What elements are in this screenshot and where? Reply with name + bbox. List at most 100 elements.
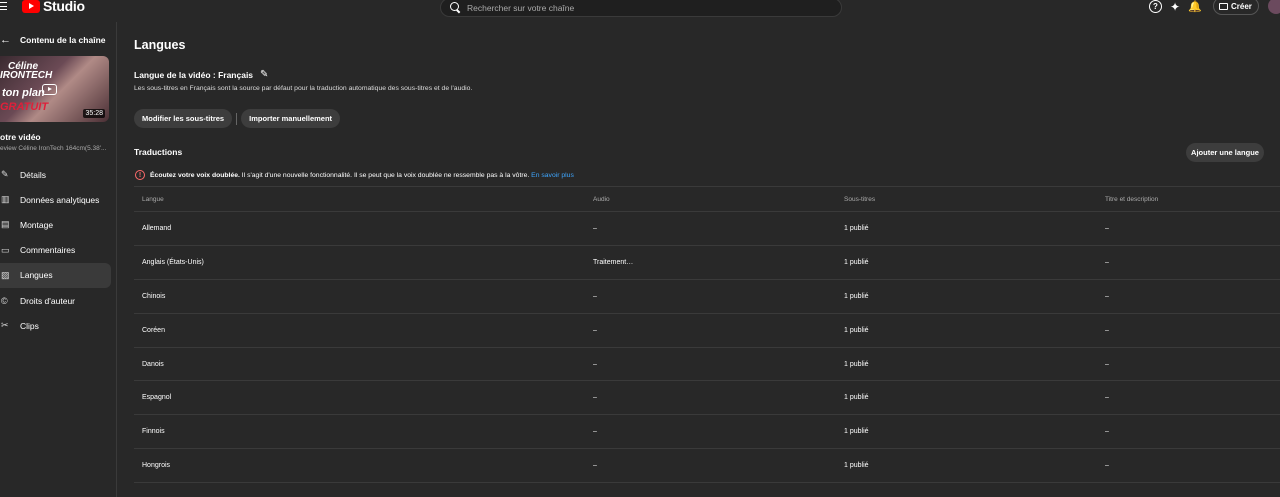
- table-row[interactable]: Danois – 1 publié –: [134, 348, 1280, 382]
- pencil-icon: ✎: [1, 169, 9, 180]
- comment-icon: ▭: [1, 244, 10, 255]
- column-header-title-description: Titre et description: [1105, 195, 1159, 203]
- table-row[interactable]: Finnois – 1 publié –: [134, 415, 1280, 450]
- subtitle-actions: Modifier les sous-titres Importer manuel…: [134, 109, 341, 128]
- thumbnail-text: ton plan: [2, 87, 45, 99]
- video-title: otre vidéo: [0, 132, 41, 142]
- table-row[interactable]: Chinois – 1 publié –: [134, 280, 1280, 314]
- sidebar-item-label: Commentaires: [20, 245, 76, 256]
- cell-language: Danois: [142, 360, 164, 368]
- sidebar-item-comments[interactable]: ▭ Commentaires: [0, 238, 111, 263]
- sidebar-item-analytics[interactable]: ▥ Données analytiques: [0, 187, 111, 212]
- cell-audio: –: [593, 326, 597, 334]
- cell-audio: –: [593, 428, 597, 436]
- edit-pencil-icon[interactable]: ✎: [260, 69, 268, 80]
- bell-icon[interactable]: 🔔: [1188, 1, 1202, 13]
- cell-audio: –: [593, 394, 597, 402]
- video-language-label: Langue de la vidéo : Français: [134, 69, 254, 80]
- table-row[interactable]: Anglais (États-Unis) Traitement… 1 publi…: [134, 246, 1280, 280]
- cell-subtitles: 1 publié: [844, 428, 869, 436]
- cell-title-description: –: [1105, 326, 1109, 334]
- sidebar-item-label: Données analytiques: [20, 194, 100, 205]
- search-bar[interactable]: Rechercher sur votre chaîne: [440, 0, 842, 17]
- cell-subtitles: 1 publié: [844, 258, 869, 266]
- play-icon[interactable]: [42, 84, 57, 95]
- table-header: Langue Audio Sous-titres Titre et descri…: [134, 186, 1280, 212]
- sidebar-item-label: Langues: [20, 270, 53, 281]
- page-title: Langues: [134, 38, 186, 52]
- cell-title-description: –: [1105, 428, 1109, 436]
- cell-language: Finnois: [142, 428, 165, 436]
- cell-title-description: –: [1105, 462, 1109, 470]
- cell-language: Chinois: [142, 292, 166, 300]
- sidebar-item-details[interactable]: ✎ Détails: [0, 162, 111, 187]
- menu-icon[interactable]: [0, 0, 10, 12]
- create-button[interactable]: Créer: [1213, 0, 1259, 15]
- notice-bold: Écoutez votre voix doublée.: [150, 171, 240, 179]
- scissors-icon: ✂: [1, 320, 9, 331]
- divider: [236, 112, 238, 125]
- video-duration: 35:28: [83, 109, 105, 118]
- search-input[interactable]: Rechercher sur votre chaîne: [467, 3, 574, 13]
- main-content: Langues Langue de la vidéo : Français ✎ …: [118, 22, 1280, 497]
- cell-title-description: –: [1105, 258, 1109, 266]
- cell-title-description: –: [1105, 360, 1109, 368]
- column-header-subtitles: Sous-titres: [844, 195, 876, 203]
- warning-icon: !: [135, 170, 145, 180]
- header-actions: ? ✦ 🔔: [1149, 0, 1202, 13]
- sidebar-item-label: Montage: [20, 219, 54, 230]
- edit-subtitles-button[interactable]: Modifier les sous-titres: [134, 109, 233, 128]
- cell-subtitles: 1 publié: [844, 394, 869, 402]
- cell-audio: –: [593, 360, 597, 368]
- sidebar-item-languages[interactable]: ▨ Langues: [0, 262, 111, 288]
- table-row[interactable]: Coréen – 1 publié –: [134, 314, 1280, 348]
- video-language: Langue de la vidéo : Français ✎: [134, 69, 268, 80]
- search-icon[interactable]: [450, 2, 461, 13]
- cell-title-description: –: [1105, 292, 1109, 300]
- sidebar-nav: ✎ Détails ▥ Données analytiques ▤ Montag…: [0, 162, 111, 338]
- copyright-icon: ©: [1, 295, 8, 306]
- thumbnail-text: GRATUIT: [0, 101, 49, 113]
- notice-text: Il s'agit d'une nouvelle fonctionnalité.…: [239, 171, 532, 179]
- table-row[interactable]: Hongrois – 1 publié –: [134, 449, 1280, 484]
- help-icon[interactable]: ?: [1149, 0, 1162, 13]
- import-manual-button[interactable]: Importer manuellement: [241, 109, 341, 128]
- add-language-button[interactable]: Ajouter une langue: [1186, 143, 1264, 162]
- cell-language: Allemand: [142, 224, 172, 232]
- top-bar: Studio Rechercher sur votre chaîne ? ✦ 🔔…: [0, 0, 1280, 22]
- avatar[interactable]: [1268, 0, 1280, 14]
- table-row[interactable]: Allemand – 1 publié –: [134, 212, 1280, 246]
- translations-heading: Traductions: [134, 147, 183, 157]
- film-icon: ▤: [1, 219, 10, 230]
- cell-language: Coréen: [142, 326, 165, 334]
- video-thumbnail[interactable]: Céline IRONTECH ton plan GRATUIT 35:28: [0, 56, 109, 122]
- cell-audio: Traitement…: [593, 258, 634, 266]
- cell-language: Hongrois: [142, 462, 171, 470]
- column-header-language: Langue: [142, 195, 164, 203]
- video-camera-icon: [1219, 2, 1228, 10]
- back-to-content-button[interactable]: ← Contenu de la chaîne: [0, 34, 106, 46]
- subtitles-icon: ▨: [1, 269, 10, 280]
- table-row[interactable]: Espagnol – 1 publié –: [134, 381, 1280, 416]
- language-description: Les sous-titres en Français sont la sour…: [134, 85, 473, 92]
- studio-logo[interactable]: Studio: [22, 0, 85, 14]
- cell-subtitles: 1 publié: [844, 292, 869, 300]
- sidebar-item-label: Droits d'auteur: [20, 295, 76, 306]
- translations-table: Langue Audio Sous-titres Titre et descri…: [134, 186, 1280, 484]
- cell-subtitles: 1 publié: [844, 360, 869, 368]
- sidebar-item-label: Détails: [20, 169, 46, 180]
- youtube-logo-icon: [22, 0, 40, 13]
- analytics-icon: ▥: [1, 194, 10, 205]
- cell-language: Espagnol: [142, 394, 172, 402]
- create-button-label: Créer: [1231, 1, 1252, 11]
- logo-text: Studio: [43, 0, 85, 14]
- learn-more-link[interactable]: En savoir plus: [531, 172, 574, 179]
- sidebar-item-copyright[interactable]: © Droits d'auteur: [0, 288, 111, 313]
- thumbnail-text: IRONTECH: [0, 70, 53, 81]
- sidebar-item-editor[interactable]: ▤ Montage: [0, 212, 111, 237]
- cell-audio: –: [593, 224, 597, 232]
- sparkle-icon[interactable]: ✦: [1170, 1, 1180, 13]
- arrow-left-icon: ←: [0, 34, 11, 46]
- sidebar-item-clips[interactable]: ✂ Clips: [0, 313, 111, 338]
- column-header-audio: Audio: [593, 195, 610, 203]
